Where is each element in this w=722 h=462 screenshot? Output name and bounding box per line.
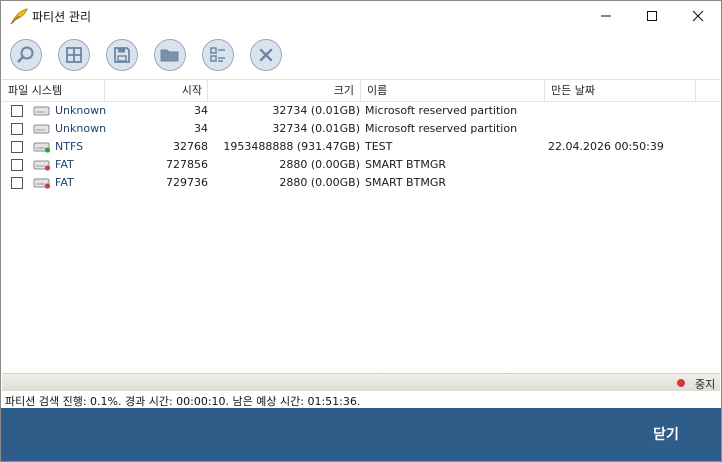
row-date: 22.04.2026 00:50:39 bbox=[548, 140, 664, 153]
column-divider[interactable] bbox=[544, 80, 545, 102]
row-checkbox[interactable] bbox=[11, 177, 23, 189]
row-fs: FAT bbox=[55, 158, 74, 171]
window-close-button[interactable] bbox=[675, 1, 721, 31]
drive-icon bbox=[33, 178, 51, 189]
grid-icon bbox=[66, 47, 82, 63]
open-folder-button[interactable] bbox=[154, 39, 186, 71]
cancel-button[interactable] bbox=[250, 39, 282, 71]
column-divider[interactable] bbox=[207, 80, 208, 102]
row-name: SMART BTMGR bbox=[365, 158, 446, 171]
row-fs: FAT bbox=[55, 176, 74, 189]
row-fs: NTFS bbox=[55, 140, 84, 153]
row-name: Microsoft reserved partition bbox=[365, 104, 518, 117]
drive-icon bbox=[33, 142, 51, 153]
table-row[interactable]: Unknown 34 32734 (0.01GB) Microsoft rese… bbox=[2, 102, 720, 120]
row-checkbox[interactable] bbox=[11, 159, 23, 171]
table-row[interactable]: FAT 727856 2880 (0.00GB) SMART BTMGR bbox=[2, 156, 720, 174]
table-body: Unknown 34 32734 (0.01GB) Microsoft rese… bbox=[2, 102, 720, 192]
column-header-name[interactable]: 이름 bbox=[367, 80, 387, 102]
column-header-size[interactable]: 크기 bbox=[334, 80, 354, 102]
folder-icon bbox=[160, 49, 179, 62]
footer-bar: 닫기 bbox=[1, 408, 721, 461]
search-icon bbox=[17, 46, 34, 63]
column-divider[interactable] bbox=[360, 80, 361, 102]
table-row[interactable]: NTFS 32768 1953488888 (931.47GB) TEST 22… bbox=[2, 138, 720, 156]
row-size: 2880 (0.00GB) bbox=[279, 158, 360, 171]
toolbar bbox=[1, 39, 721, 73]
column-divider[interactable] bbox=[104, 80, 105, 102]
save-icon bbox=[114, 47, 130, 63]
stop-button[interactable]: 중지 bbox=[695, 376, 715, 392]
drive-icon bbox=[33, 106, 50, 116]
row-size: 1953488888 (931.47GB) bbox=[223, 140, 360, 153]
drive-icon bbox=[33, 124, 50, 134]
status-ok-icon bbox=[44, 147, 51, 153]
row-start: 32768 bbox=[173, 140, 208, 153]
row-name: SMART BTMGR bbox=[365, 176, 446, 189]
row-fs: Unknown bbox=[55, 122, 107, 135]
row-name: TEST bbox=[365, 140, 393, 153]
partition-table: 파일 시스템 시작 크기 이름 만든 날짜 Unknown 34 32734 (… bbox=[2, 79, 720, 373]
table-row[interactable]: FAT 729736 2880 (0.00GB) SMART BTMGR bbox=[2, 174, 720, 192]
stop-indicator-icon[interactable] bbox=[677, 379, 685, 387]
column-header-date[interactable]: 만든 날짜 bbox=[551, 80, 595, 102]
status-error-icon bbox=[44, 165, 51, 171]
column-header-fs[interactable]: 파일 시스템 bbox=[8, 80, 62, 102]
row-fs: Unknown bbox=[55, 104, 107, 117]
row-checkbox[interactable] bbox=[11, 141, 23, 153]
row-size: 32734 (0.01GB) bbox=[272, 122, 360, 135]
table-row[interactable]: Unknown 34 32734 (0.01GB) Microsoft rese… bbox=[2, 120, 720, 138]
minimize-icon bbox=[601, 15, 611, 17]
minimize-button[interactable] bbox=[583, 1, 629, 31]
row-size: 32734 (0.01GB) bbox=[272, 104, 360, 117]
close-icon bbox=[259, 48, 273, 62]
search-button[interactable] bbox=[10, 39, 42, 71]
progress-status-text: 파티션 검색 진행: 0.1%. 경과 시간: 00:00:10. 남은 예상 … bbox=[5, 395, 361, 408]
status-strip: 중지 bbox=[2, 373, 720, 391]
row-name: Microsoft reserved partition bbox=[365, 122, 518, 135]
table-header: 파일 시스템 시작 크기 이름 만든 날짜 bbox=[2, 80, 720, 102]
title-bar[interactable]: 파티션 관리 bbox=[1, 1, 721, 31]
row-start: 34 bbox=[194, 104, 208, 117]
partition-map-icon bbox=[210, 47, 225, 62]
row-start: 34 bbox=[194, 122, 208, 135]
row-start: 729736 bbox=[166, 176, 208, 189]
view-grid-button[interactable] bbox=[58, 39, 90, 71]
row-start: 727856 bbox=[166, 158, 208, 171]
column-header-start[interactable]: 시작 bbox=[182, 80, 202, 102]
column-divider[interactable] bbox=[695, 80, 696, 102]
row-checkbox[interactable] bbox=[11, 123, 23, 135]
maximize-icon bbox=[647, 11, 657, 21]
feather-icon bbox=[10, 8, 28, 25]
save-button[interactable] bbox=[106, 39, 138, 71]
row-checkbox[interactable] bbox=[11, 105, 23, 117]
row-size: 2880 (0.00GB) bbox=[279, 176, 360, 189]
partition-manager-window: 파티션 관리 파일 시스템 시작 크기 이름 만든 날짜 Unknown 34 … bbox=[0, 0, 722, 462]
drive-icon bbox=[33, 160, 51, 171]
partition-map-button[interactable] bbox=[202, 39, 234, 71]
maximize-button[interactable] bbox=[629, 1, 675, 31]
close-button[interactable]: 닫기 bbox=[626, 423, 706, 447]
status-error-icon bbox=[44, 183, 51, 189]
window-title: 파티션 관리 bbox=[32, 10, 92, 24]
close-x-icon bbox=[692, 10, 704, 22]
